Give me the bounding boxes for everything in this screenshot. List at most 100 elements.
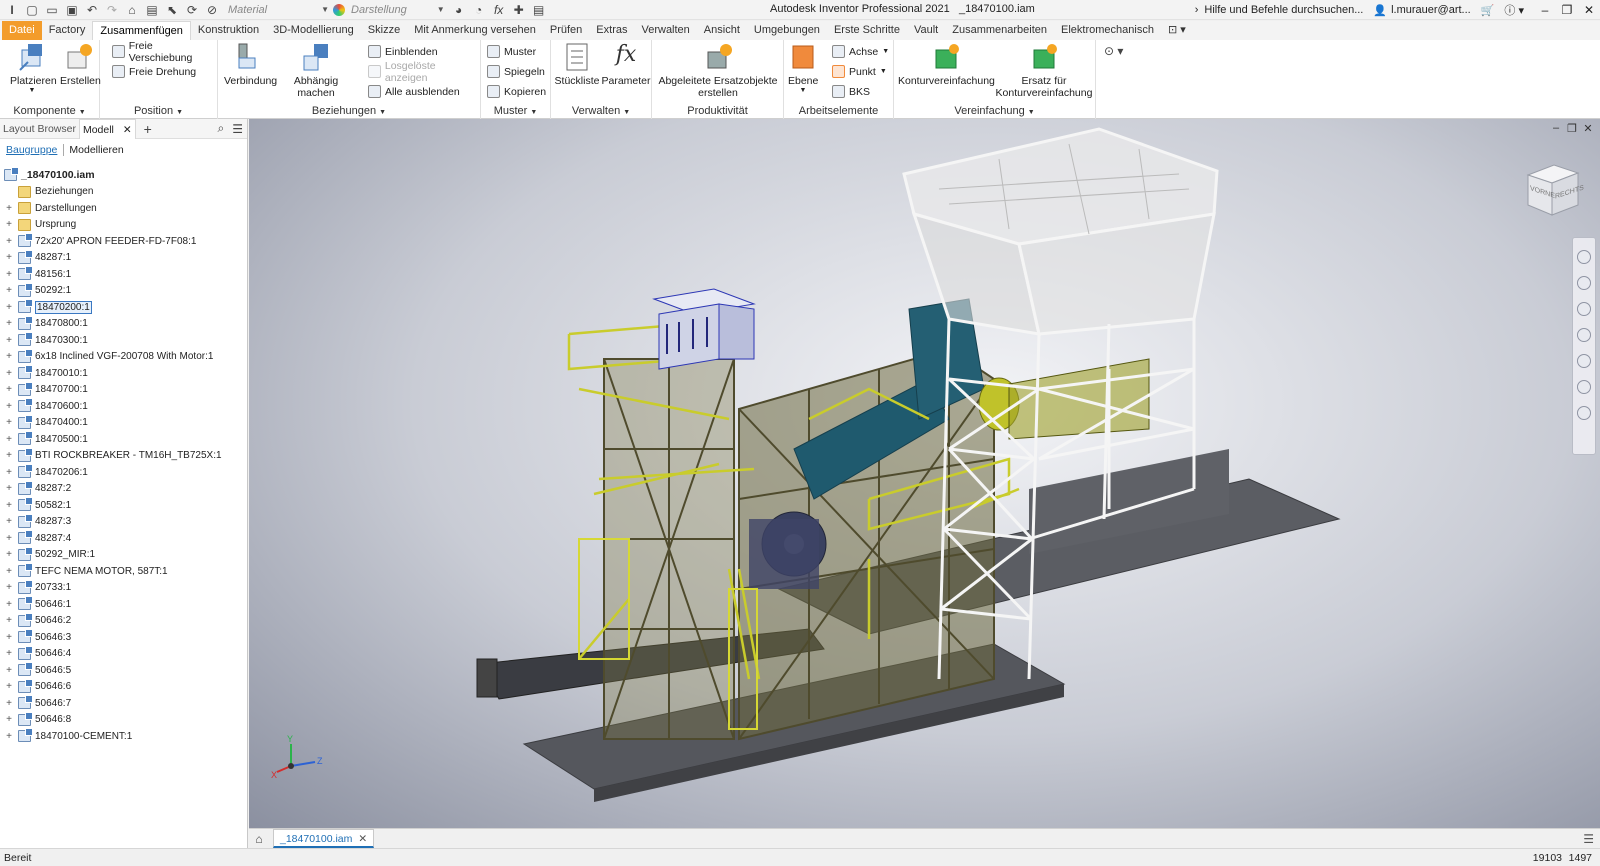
expand-icon[interactable]: + [4, 252, 14, 263]
tab-sketch[interactable]: Skizze [361, 21, 407, 40]
expand-icon[interactable]: + [4, 533, 14, 544]
tree-node[interactable]: +50646:7 [0, 695, 247, 712]
material-select[interactable]: Material ▼ [228, 2, 329, 18]
tab-manage[interactable]: Verwalten [634, 21, 696, 40]
steering-wheel-icon[interactable] [1577, 250, 1591, 264]
expand-icon[interactable]: + [4, 467, 14, 478]
expand-icon[interactable]: + [4, 731, 14, 742]
expand-icon[interactable]: + [4, 516, 14, 527]
ucs-button[interactable]: BKS [832, 83, 870, 100]
panel-title-manage[interactable]: Verwalten ▼ [551, 105, 651, 117]
parameters-button[interactable]: fx Parameter [601, 42, 651, 87]
tree-node[interactable]: +18470300:1 [0, 332, 247, 349]
cart-icon[interactable]: 🛒 [1481, 4, 1495, 17]
mode-modeling[interactable]: Modellieren [69, 144, 123, 156]
expand-icon[interactable]: + [4, 269, 14, 280]
mirror-button[interactable]: Spiegeln [487, 63, 545, 80]
tree-node[interactable]: +18470206:1 [0, 464, 247, 481]
tab-vault[interactable]: Vault [907, 21, 945, 40]
menu-icon[interactable]: ☰ [232, 122, 243, 136]
expand-icon[interactable]: + [4, 384, 14, 395]
tree-node[interactable]: +50292_MIR:1 [0, 546, 247, 564]
zoom-icon[interactable] [1577, 302, 1591, 316]
update-icon[interactable]: ⟳ [184, 2, 200, 18]
place-button[interactable]: Platzieren ▼ [10, 42, 57, 94]
tree-root[interactable]: _18470100.iam [0, 167, 247, 184]
expand-icon[interactable]: + [4, 450, 14, 461]
tab-file[interactable]: Datei [2, 21, 42, 40]
add-tab-icon[interactable]: + [144, 121, 152, 137]
tree-node[interactable]: + TEFC NEMA MOTOR, 587T:1 [0, 563, 247, 580]
expand-icon[interactable]: + [4, 483, 14, 494]
tree-node[interactable]: +Beziehungen [0, 184, 247, 201]
user-account[interactable]: 👤 l.murauer@art... [1373, 4, 1470, 17]
expand-icon[interactable]: + [4, 203, 14, 214]
joint-button[interactable]: Verbindung [224, 42, 277, 87]
show-button[interactable]: Einblenden [368, 43, 438, 60]
tree-node[interactable]: +50646:6 [0, 678, 247, 696]
expand-icon[interactable]: + [4, 236, 14, 247]
tree-node[interactable]: +48287:2 [0, 480, 247, 498]
tab-collaborate[interactable]: Zusammenarbeiten [945, 21, 1054, 40]
tree-node[interactable]: +50646:5 [0, 662, 247, 679]
constrain-button[interactable]: Abhängig machen [274, 42, 358, 99]
expand-icon[interactable]: + [4, 368, 14, 379]
tab-model[interactable]: Modell ✕ [78, 118, 136, 139]
plane-button[interactable]: Ebene ▼ [788, 42, 818, 94]
tree-node[interactable]: +48287:3 [0, 513, 247, 531]
bom-button[interactable]: Stückliste [553, 42, 601, 87]
tree-node[interactable]: +50292:1 [0, 282, 247, 300]
expand-icon[interactable]: + [4, 648, 14, 659]
tree-node[interactable]: +18470700:1 [0, 381, 247, 399]
tree-node[interactable]: + Darstellungen [0, 200, 247, 217]
tree-node[interactable]: +50646:4 [0, 645, 247, 663]
tab-assemble[interactable]: Zusammenfügen [92, 21, 191, 40]
close-icon[interactable]: ✕ [358, 833, 367, 845]
expand-icon[interactable]: + [4, 681, 14, 692]
tab-design[interactable]: Konstruktion [191, 21, 266, 40]
minimize-icon[interactable]: – [1534, 3, 1556, 17]
expand-icon[interactable]: + [4, 615, 14, 626]
tab-3d-model[interactable]: 3D-Modellierung [266, 21, 361, 40]
axis-button[interactable]: Achse ▼ [832, 43, 889, 60]
tab-menu-icon[interactable]: ☰ [1583, 832, 1594, 846]
document-tab[interactable]: _18470100.iam ✕ [273, 829, 375, 848]
help-search[interactable]: › Hilfe und Befehle durchsuchen... [1195, 4, 1364, 16]
ribbon-options-icon[interactable]: ⊡ ▾ [1161, 21, 1193, 40]
panel-title-position[interactable]: Position ▼ [100, 105, 217, 117]
search-icon[interactable]: ⌕ [218, 121, 225, 136]
expand-icon[interactable]: + [4, 566, 14, 577]
restore-icon[interactable]: ❐ [1556, 3, 1578, 17]
tab-tools[interactable]: Extras [589, 21, 634, 40]
tree-node[interactable]: +50582:1 [0, 497, 247, 514]
tree-node[interactable]: +18470200:1 [0, 299, 247, 316]
graphics-viewport[interactable]: – ❐ ✕ VORNE RECHTS Y X Z [249, 119, 1600, 828]
shrinkwrap-substitute-button[interactable]: Ersatz für Konturvereinfachung [994, 42, 1094, 99]
panel-title-relationships[interactable]: Beziehungen ▼ [218, 105, 480, 117]
tab-view[interactable]: Ansicht [697, 21, 747, 40]
tab-get-started[interactable]: Erste Schritte [827, 21, 907, 40]
ribbon-overflow-icon[interactable]: ⊙ ▾ [1104, 44, 1123, 58]
tree-node[interactable]: +50646:2 [0, 612, 247, 630]
tree-node[interactable]: +50646:1 [0, 596, 247, 613]
pan-icon[interactable] [1577, 276, 1591, 290]
tab-annotate[interactable]: Mit Anmerkung versehen [407, 21, 543, 40]
tab-electromechanical[interactable]: Elektromechanisch [1054, 21, 1161, 40]
tab-inspect[interactable]: Prüfen [543, 21, 589, 40]
expand-icon[interactable]: + [4, 599, 14, 610]
free-move-button[interactable]: Freie Verschiebung [112, 40, 217, 64]
zoom-all-icon[interactable] [1577, 380, 1591, 394]
tree-node[interactable]: +18470400:1 [0, 414, 247, 432]
expand-icon[interactable]: + [4, 549, 14, 560]
tree-node[interactable]: +18470500:1 [0, 431, 247, 448]
measure-icon[interactable]: ✚ [511, 2, 527, 18]
free-rotate-button[interactable]: Freie Drehung [112, 63, 196, 80]
pattern-button[interactable]: Muster [487, 43, 536, 60]
derived-substitutes-button[interactable]: Abgeleitete Ersatzobjekte erstellen [656, 42, 780, 99]
mode-assembly[interactable]: Baugruppe [6, 144, 65, 156]
quick-access-menu-icon[interactable]: ▤ [531, 2, 547, 18]
tree-node[interactable]: +18470100-CEMENT:1 [0, 728, 247, 745]
expand-icon[interactable]: + [4, 500, 14, 511]
expand-icon[interactable]: + [4, 285, 14, 296]
point-button[interactable]: Punkt ▼ [832, 63, 887, 80]
